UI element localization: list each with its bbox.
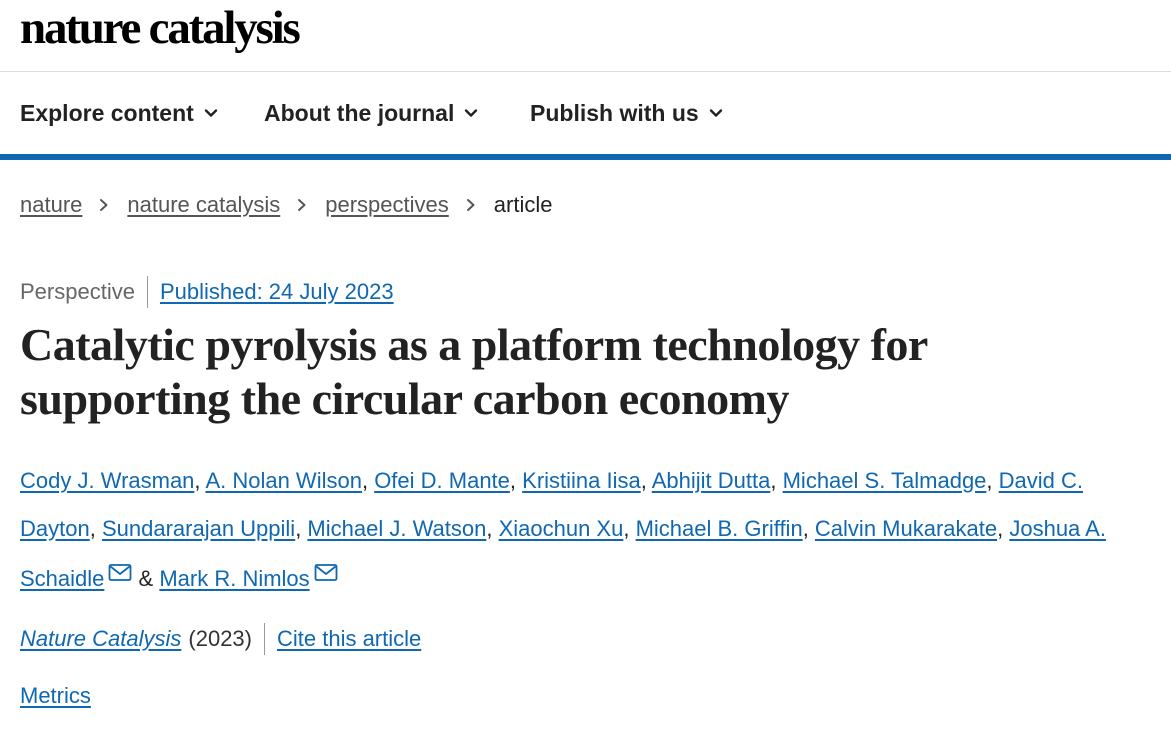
article-type: Perspective [20, 279, 135, 304]
metrics-section: Metrics [20, 683, 91, 709]
author-link[interactable]: A. Nolan Wilson [205, 468, 362, 493]
chevron-down-icon [709, 106, 723, 120]
chevron-down-icon [204, 106, 218, 120]
nav-explore-content[interactable]: Explore content [20, 99, 218, 127]
author-link[interactable]: Abhijit Dutta [652, 468, 771, 493]
author-and-separator: & [138, 566, 154, 591]
author-link[interactable]: Xiaochun Xu [499, 516, 624, 541]
main-nav: Explore content About the journal Publis… [0, 72, 1171, 160]
author-link[interactable]: Cody J. Wrasman [20, 468, 194, 493]
author-link[interactable]: Calvin Mukarakate [815, 516, 997, 541]
nav-about-journal[interactable]: About the journal [264, 99, 478, 127]
author-link[interactable]: Kristiina Iisa [522, 468, 641, 493]
nav-publish-with-us[interactable]: Publish with us [530, 99, 723, 127]
author-link[interactable]: Sundararajan Uppili [102, 516, 295, 541]
citation-line: Nature Catalysis (2023) Cite this articl… [20, 623, 421, 655]
article-meta: Perspective Published: 24 July 2023 [20, 276, 394, 308]
author-link[interactable]: Michael S. Talmadge [783, 468, 987, 493]
journal-logo[interactable]: nature catalysis [20, 0, 301, 58]
chevron-right-icon [98, 198, 110, 212]
chevron-right-icon [296, 198, 308, 212]
journal-name-link[interactable]: Nature Catalysis [20, 626, 181, 652]
nav-publish-with-us-label: Publish with us [530, 99, 699, 126]
cite-this-article-link[interactable]: Cite this article [277, 626, 421, 652]
breadcrumb-link-nature[interactable]: nature [20, 192, 82, 218]
envelope-icon[interactable] [314, 552, 338, 581]
author-list: Cody J. Wrasman, A. Nolan Wilson, Ofei D… [20, 468, 1106, 591]
chevron-down-icon [464, 106, 478, 120]
metrics-link[interactable]: Metrics [20, 683, 91, 708]
meta-divider [146, 276, 148, 308]
published-date-link[interactable]: Published: 24 July 2023 [160, 279, 394, 305]
author-link[interactable]: Michael B. Griffin [636, 516, 803, 541]
author-link[interactable]: Mark R. Nimlos [159, 566, 309, 591]
article-title: Catalytic pyrolysis as a platform techno… [20, 319, 928, 424]
site-header: nature catalysis [0, 0, 1171, 72]
author-link[interactable]: Ofei D. Mante [374, 468, 510, 493]
nav-about-journal-label: About the journal [264, 99, 455, 126]
breadcrumb-link-nature-catalysis[interactable]: nature catalysis [127, 192, 280, 218]
publication-year: (2023) [188, 626, 252, 651]
nav-explore-content-label: Explore content [20, 99, 194, 126]
chevron-right-icon [465, 198, 477, 212]
cite-divider [263, 623, 265, 655]
breadcrumb-link-perspectives[interactable]: perspectives [325, 192, 449, 218]
breadcrumb-current: article [493, 192, 553, 217]
envelope-icon[interactable] [108, 552, 132, 581]
breadcrumb: nature nature catalysis perspectives art… [20, 192, 552, 218]
author-link[interactable]: Michael J. Watson [307, 516, 486, 541]
